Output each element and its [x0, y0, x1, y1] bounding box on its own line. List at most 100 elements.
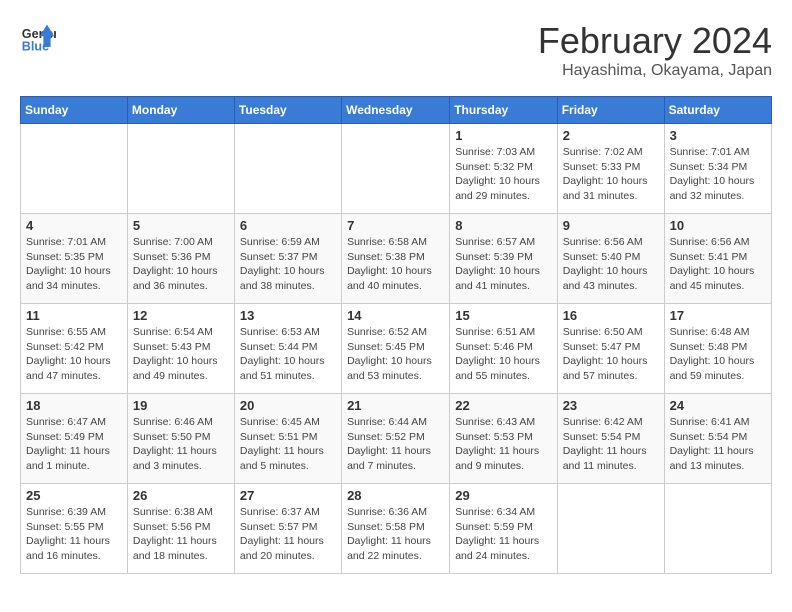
day-number: 10	[670, 218, 766, 233]
day-info: Sunrise: 6:36 AM Sunset: 5:58 PM Dayligh…	[347, 505, 444, 564]
calendar-cell: 5 Sunrise: 7:00 AM Sunset: 5:36 PM Daylig…	[127, 214, 234, 304]
calendar-cell: 24 Sunrise: 6:41 AM Sunset: 5:54 PM Dayli…	[664, 394, 771, 484]
day-number: 8	[455, 218, 551, 233]
week-row-1: 1Sunrise: 7:03 AM Sunset: 5:32 PM Daylig…	[21, 124, 772, 214]
location-title: Hayashima, Okayama, Japan	[538, 62, 772, 80]
day-info: Sunrise: 6:57 AM Sunset: 5:39 PM Dayligh…	[455, 235, 551, 294]
day-info: Sunrise: 6:48 AM Sunset: 5:48 PM Dayligh…	[670, 325, 766, 384]
day-number: 24	[670, 398, 766, 413]
week-row-2: 4 Sunrise: 7:01 AM Sunset: 5:35 PM Daylig…	[21, 214, 772, 304]
calendar-cell: 11 Sunrise: 6:55 AM Sunset: 5:42 PM Dayli…	[21, 304, 128, 394]
day-number: 22	[455, 398, 551, 413]
day-number: 25	[26, 488, 122, 503]
calendar-cell	[342, 124, 450, 214]
day-number: 20	[240, 398, 336, 413]
day-number: 11	[26, 308, 122, 323]
calendar-cell: 22 Sunrise: 6:43 AM Sunset: 5:53 PM Dayli…	[450, 394, 557, 484]
weekday-header-saturday: Saturday	[664, 97, 771, 124]
day-number: 9	[563, 218, 659, 233]
day-number: 23	[563, 398, 659, 413]
calendar-cell: 20 Sunrise: 6:45 AM Sunset: 5:51 PM Dayli…	[234, 394, 341, 484]
calendar-cell: 13 Sunrise: 6:53 AM Sunset: 5:44 PM Dayli…	[234, 304, 341, 394]
day-info: Sunrise: 6:46 AM Sunset: 5:50 PM Dayligh…	[133, 415, 229, 474]
day-info: Sunrise: 6:39 AM Sunset: 5:55 PM Dayligh…	[26, 505, 122, 564]
calendar-cell: 4 Sunrise: 7:01 AM Sunset: 5:35 PM Daylig…	[21, 214, 128, 304]
calendar-cell: 3 Sunrise: 7:01 AM Sunset: 5:34 PM Daylig…	[664, 124, 771, 214]
title-block: February 2024 Hayashima, Okayama, Japan	[538, 20, 772, 80]
calendar-cell: 26 Sunrise: 6:38 AM Sunset: 5:56 PM Dayli…	[127, 484, 234, 574]
day-info: Sunrise: 6:47 AM Sunset: 5:49 PM Dayligh…	[26, 415, 122, 474]
week-row-5: 25 Sunrise: 6:39 AM Sunset: 5:55 PM Dayli…	[21, 484, 772, 574]
weekday-header-thursday: Thursday	[450, 97, 557, 124]
weekday-header-friday: Friday	[557, 97, 664, 124]
calendar-cell: 27 Sunrise: 6:37 AM Sunset: 5:57 PM Dayli…	[234, 484, 341, 574]
day-number: 18	[26, 398, 122, 413]
day-info: Sunrise: 6:53 AM Sunset: 5:44 PM Dayligh…	[240, 325, 336, 384]
calendar-cell: 29Sunrise: 6:34 AM Sunset: 5:59 PM Dayli…	[450, 484, 557, 574]
calendar-cell: 15Sunrise: 6:51 AM Sunset: 5:46 PM Dayli…	[450, 304, 557, 394]
day-number: 13	[240, 308, 336, 323]
weekday-header-sunday: Sunday	[21, 97, 128, 124]
day-number: 2	[563, 128, 659, 143]
calendar-cell: 19Sunrise: 6:46 AM Sunset: 5:50 PM Dayli…	[127, 394, 234, 484]
day-info: Sunrise: 6:38 AM Sunset: 5:56 PM Dayligh…	[133, 505, 229, 564]
day-number: 5	[133, 218, 229, 233]
page-header: General Blue February 2024 Hayashima, Ok…	[20, 20, 772, 80]
calendar-cell: 25 Sunrise: 6:39 AM Sunset: 5:55 PM Dayli…	[21, 484, 128, 574]
calendar-cell	[234, 124, 341, 214]
calendar-cell: 9 Sunrise: 6:56 AM Sunset: 5:40 PM Daylig…	[557, 214, 664, 304]
calendar-cell	[127, 124, 234, 214]
day-info: Sunrise: 6:59 AM Sunset: 5:37 PM Dayligh…	[240, 235, 336, 294]
day-number: 4	[26, 218, 122, 233]
month-title: February 2024	[538, 20, 772, 62]
calendar-cell	[557, 484, 664, 574]
day-info: Sunrise: 6:42 AM Sunset: 5:54 PM Dayligh…	[563, 415, 659, 474]
day-info: Sunrise: 6:54 AM Sunset: 5:43 PM Dayligh…	[133, 325, 229, 384]
weekday-header-monday: Monday	[127, 97, 234, 124]
day-number: 16	[563, 308, 659, 323]
day-info: Sunrise: 6:56 AM Sunset: 5:40 PM Dayligh…	[563, 235, 659, 294]
calendar-cell: 21Sunrise: 6:44 AM Sunset: 5:52 PM Dayli…	[342, 394, 450, 484]
calendar-cell: 7 Sunrise: 6:58 AM Sunset: 5:38 PM Daylig…	[342, 214, 450, 304]
weekday-header-row: SundayMondayTuesdayWednesdayThursdayFrid…	[21, 97, 772, 124]
calendar-cell: 18 Sunrise: 6:47 AM Sunset: 5:49 PM Dayli…	[21, 394, 128, 484]
day-info: Sunrise: 7:00 AM Sunset: 5:36 PM Dayligh…	[133, 235, 229, 294]
calendar-cell: 28 Sunrise: 6:36 AM Sunset: 5:58 PM Dayli…	[342, 484, 450, 574]
day-number: 28	[347, 488, 444, 503]
day-info: Sunrise: 6:41 AM Sunset: 5:54 PM Dayligh…	[670, 415, 766, 474]
day-info: Sunrise: 6:44 AM Sunset: 5:52 PM Dayligh…	[347, 415, 444, 474]
day-info: Sunrise: 6:58 AM Sunset: 5:38 PM Dayligh…	[347, 235, 444, 294]
logo-icon: General Blue	[20, 20, 56, 56]
calendar-cell	[21, 124, 128, 214]
calendar-cell: 23 Sunrise: 6:42 AM Sunset: 5:54 PM Dayli…	[557, 394, 664, 484]
weekday-header-tuesday: Tuesday	[234, 97, 341, 124]
day-number: 12	[133, 308, 229, 323]
calendar-cell: 14 Sunrise: 6:52 AM Sunset: 5:45 PM Dayli…	[342, 304, 450, 394]
calendar-cell: 10Sunrise: 6:56 AM Sunset: 5:41 PM Dayli…	[664, 214, 771, 304]
week-row-3: 11 Sunrise: 6:55 AM Sunset: 5:42 PM Dayli…	[21, 304, 772, 394]
day-info: Sunrise: 6:45 AM Sunset: 5:51 PM Dayligh…	[240, 415, 336, 474]
day-info: Sunrise: 7:01 AM Sunset: 5:35 PM Dayligh…	[26, 235, 122, 294]
day-info: Sunrise: 6:43 AM Sunset: 5:53 PM Dayligh…	[455, 415, 551, 474]
day-info: Sunrise: 6:55 AM Sunset: 5:42 PM Dayligh…	[26, 325, 122, 384]
day-info: Sunrise: 6:37 AM Sunset: 5:57 PM Dayligh…	[240, 505, 336, 564]
day-number: 26	[133, 488, 229, 503]
calendar-table: SundayMondayTuesdayWednesdayThursdayFrid…	[20, 96, 772, 574]
weekday-header-wednesday: Wednesday	[342, 97, 450, 124]
day-info: Sunrise: 7:02 AM Sunset: 5:33 PM Dayligh…	[563, 145, 659, 204]
calendar-cell	[664, 484, 771, 574]
day-info: Sunrise: 6:51 AM Sunset: 5:46 PM Dayligh…	[455, 325, 551, 384]
day-number: 17	[670, 308, 766, 323]
day-number: 29	[455, 488, 551, 503]
calendar-cell: 8 Sunrise: 6:57 AM Sunset: 5:39 PM Daylig…	[450, 214, 557, 304]
day-number: 7	[347, 218, 444, 233]
day-number: 27	[240, 488, 336, 503]
day-number: 3	[670, 128, 766, 143]
calendar-cell: 6Sunrise: 6:59 AM Sunset: 5:37 PM Daylig…	[234, 214, 341, 304]
day-number: 14	[347, 308, 444, 323]
day-info: Sunrise: 7:01 AM Sunset: 5:34 PM Dayligh…	[670, 145, 766, 204]
calendar-cell: 1Sunrise: 7:03 AM Sunset: 5:32 PM Daylig…	[450, 124, 557, 214]
day-info: Sunrise: 6:52 AM Sunset: 5:45 PM Dayligh…	[347, 325, 444, 384]
calendar-cell: 17 Sunrise: 6:48 AM Sunset: 5:48 PM Dayli…	[664, 304, 771, 394]
calendar-cell: 12 Sunrise: 6:54 AM Sunset: 5:43 PM Dayli…	[127, 304, 234, 394]
